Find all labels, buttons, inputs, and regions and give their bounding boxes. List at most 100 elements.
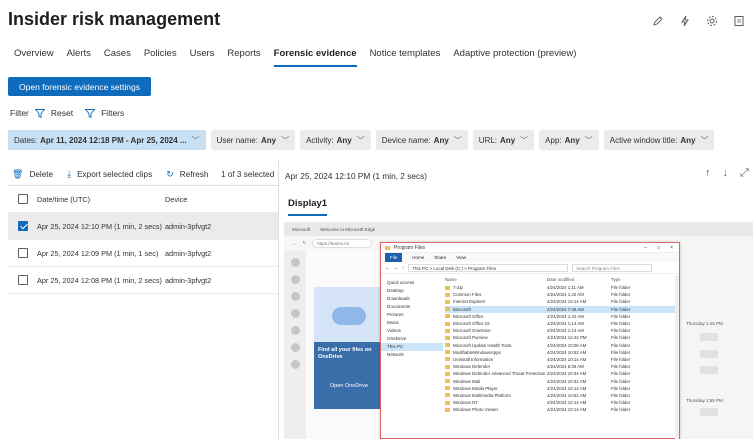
tab-alerts[interactable]: Alerts xyxy=(67,48,91,67)
folder-icon xyxy=(445,335,450,340)
filter-chip[interactable]: Activity: Any ﹀ xyxy=(300,130,371,150)
tab-display1[interactable]: Display1 xyxy=(288,198,328,216)
reset-button[interactable]: Reset xyxy=(51,108,73,118)
file-name-cell: Windows Defender xyxy=(445,364,547,369)
open-forensic-settings-button[interactable]: Open forensic evidence settings xyxy=(8,77,151,96)
table-row[interactable]: Apr 25, 2024 12:10 PM (1 min, 2 secs) adm… xyxy=(8,213,278,240)
chevron-down-icon: ﹀ xyxy=(281,135,290,145)
promo-button: Open OneDrive xyxy=(329,383,369,389)
filter-chip-value: Any xyxy=(680,135,696,145)
recording-screenshot[interactable]: Microsoft Welcome to Microsoft Edge ← ↻ … xyxy=(284,222,753,439)
arrow-up-icon[interactable]: ↑ xyxy=(705,167,711,180)
tab-adaptive-protection-preview[interactable]: Adaptive protection (preview) xyxy=(453,48,576,67)
filter-chip-value: Any xyxy=(433,135,449,145)
file-name: Windows Mail xyxy=(453,378,481,384)
flash-icon[interactable] xyxy=(679,14,691,27)
file-date: 4/24/2024 1:11 AM xyxy=(547,285,584,291)
ribbon-item: Share xyxy=(434,255,447,260)
edit-icon[interactable] xyxy=(652,14,664,26)
table-row[interactable]: Apr 25, 2024 12:09 PM (1 min, 1 sec) admi… xyxy=(8,240,278,267)
explorer-nav-item: Quick access xyxy=(387,280,415,285)
filters-icon[interactable] xyxy=(84,108,96,118)
file-type: File folder xyxy=(611,335,631,341)
file-name: Windows Defender Advanced Threat Protect… xyxy=(453,371,546,377)
table-header: Date/time (UTC) Device xyxy=(8,186,278,213)
file-row: ModifiableWindowsApps 4/24/2024 10:52 AM F… xyxy=(445,349,677,356)
folder-icon xyxy=(445,386,450,391)
tab-reports[interactable]: Reports xyxy=(227,48,260,67)
folder-icon xyxy=(445,285,450,290)
folder-icon xyxy=(445,393,450,398)
file-name-cell: Common Files xyxy=(445,292,547,297)
file-row: Microsoft 4/24/2024 7:49 AM File folder xyxy=(445,305,677,313)
file-name-cell: Windows Mail xyxy=(445,379,547,384)
filter-chip-label: Dates: xyxy=(14,135,38,145)
row-date: Apr 25, 2024 12:08 PM (1 min, 2 secs) xyxy=(37,275,162,285)
filter-chip[interactable]: Dates: Apr 11, 2024 12:18 PM - Apr 25, 20… xyxy=(8,130,206,150)
tab-notice-templates[interactable]: Notice templates xyxy=(370,48,441,67)
export-selected-clips-button[interactable]: Export selected clips xyxy=(77,170,152,179)
file-name-cell: Uninstall Information xyxy=(445,357,547,362)
file-row: Windows Media Player 4/24/2024 10:14 AM Fi… xyxy=(445,385,677,392)
filter-chip[interactable]: URL: Any ﹀ xyxy=(472,130,535,150)
select-all-checkbox[interactable] xyxy=(18,194,28,204)
arrow-down-icon[interactable]: ↓ xyxy=(723,167,729,180)
clips-toolbar: 🗑 Delete ⤓ Export selected clips ↻ Refre… xyxy=(12,169,208,180)
file-row: Windows NT 4/24/2024 10:14 AM File folder xyxy=(445,399,677,406)
explorer-nav-item: Pictures xyxy=(387,312,404,317)
file-row: Microsoft Office 15 4/24/2024 1:14 AM File… xyxy=(445,320,677,327)
file-name-cell: Windows Media Player xyxy=(445,386,547,391)
tab-overview[interactable]: Overview xyxy=(14,48,54,67)
filter-chip[interactable]: App: Any ﹀ xyxy=(539,130,599,150)
file-row: Windows Defender 4/24/2024 6:39 AM File fo… xyxy=(445,363,677,370)
tab-forensic-evidence[interactable]: Forensic evidence xyxy=(273,48,357,67)
reset-filter-icon[interactable] xyxy=(34,108,46,118)
explorer-path: This PC > Local Disk (C:) > Program File… xyxy=(408,263,569,272)
row-checkbox[interactable] xyxy=(18,275,28,285)
back-icon: ← xyxy=(292,240,297,246)
filter-chip-value: Any xyxy=(260,135,277,145)
file-date: 4/24/2024 12:42 PM xyxy=(547,335,587,341)
download-icon[interactable]: ⤓ xyxy=(67,169,71,180)
notepad-icon[interactable] xyxy=(733,14,745,26)
filter-chip-label: Active window title: xyxy=(609,135,678,145)
column-header-device[interactable]: Device xyxy=(165,195,187,204)
filter-chip[interactable]: Device name: Any ﹀ xyxy=(375,130,468,150)
tab-users[interactable]: Users xyxy=(190,48,215,67)
refresh-button[interactable]: Refresh xyxy=(180,170,209,179)
pane-divider xyxy=(278,160,279,439)
filter-chip-value: Any xyxy=(336,135,352,145)
file-row: Windows Photo Viewer 4/24/2024 10:14 AM Fi… xyxy=(445,406,677,413)
row-checkbox[interactable] xyxy=(18,248,28,258)
file-type: File folder xyxy=(611,356,631,362)
up-icon: ↑ xyxy=(402,265,405,270)
explorer-ribbon: File Home Share View xyxy=(381,253,679,262)
file-type: File folder xyxy=(611,392,631,398)
explorer-nav-item: Desktop xyxy=(387,288,404,293)
file-name-cell: ModifiableWindowsApps xyxy=(445,350,547,355)
filter-chip-label: App: xyxy=(545,135,562,145)
file-name: Microsoft Purview xyxy=(453,335,488,341)
filter-chip[interactable]: Active window title: Any ﹀ xyxy=(603,130,715,150)
explorer-file-list: Name Date modified Type 7-Zip 4/24/2024 1… xyxy=(445,275,677,439)
filter-chip[interactable]: User name: Any ﹀ xyxy=(210,130,296,150)
file-row: Common Files 4/24/2024 1:42 AM File folder xyxy=(445,291,677,298)
refresh-icon[interactable]: ↻ xyxy=(166,169,174,180)
filters-button[interactable]: Filters xyxy=(101,108,124,118)
file-type: File folder xyxy=(611,371,631,377)
delete-button[interactable]: Delete xyxy=(29,170,53,179)
side-label: Thursday 1:45 PM xyxy=(686,321,723,326)
file-explorer-window: Program Files – □ × File Home Share View ← → … xyxy=(380,242,680,439)
tab-policies[interactable]: Policies xyxy=(144,48,177,67)
column-header-date[interactable]: Date/time (UTC) xyxy=(37,195,165,204)
explorer-nav-item: Music xyxy=(387,320,399,325)
settings-icon[interactable] xyxy=(706,14,718,26)
file-row: Internet Explorer 4/24/2024 10:14 AM File … xyxy=(445,298,677,305)
row-checkbox[interactable] xyxy=(18,221,28,231)
delete-icon[interactable]: 🗑 xyxy=(12,169,23,180)
table-row[interactable]: Apr 25, 2024 12:08 PM (1 min, 2 secs) adm… xyxy=(8,267,278,294)
expand-icon[interactable]: ⤢ xyxy=(740,167,749,180)
filter-chips: Dates: Apr 11, 2024 12:18 PM - Apr 25, 20… xyxy=(8,130,715,150)
cloud-icon xyxy=(332,307,366,325)
tab-cases[interactable]: Cases xyxy=(104,48,131,67)
